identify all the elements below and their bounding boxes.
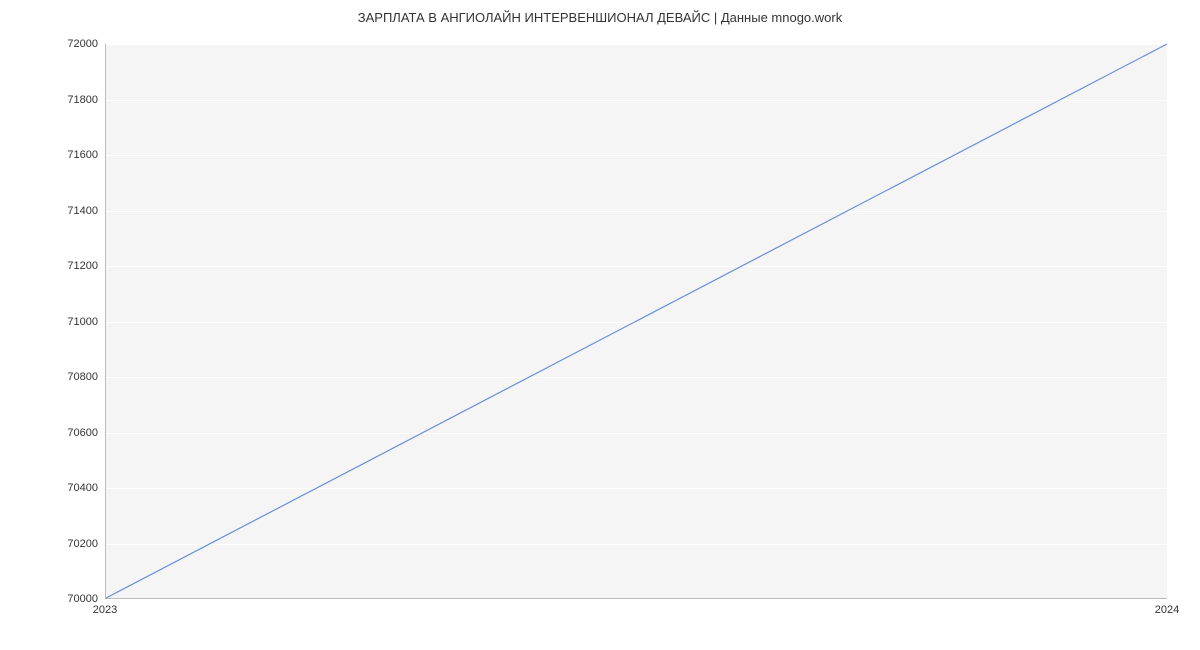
chart-title: ЗАРПЛАТА В АНГИОЛАЙН ИНТЕРВЕНШИОНАЛ ДЕВА… bbox=[0, 10, 1200, 25]
series-line bbox=[106, 44, 1167, 598]
y-tick-label: 71200 bbox=[8, 260, 98, 272]
y-tick-label: 70200 bbox=[8, 538, 98, 550]
y-tick-label: 70800 bbox=[8, 371, 98, 383]
y-tick-label: 70400 bbox=[8, 482, 98, 494]
y-tick-label: 71000 bbox=[8, 316, 98, 328]
x-tick-label: 2023 bbox=[93, 604, 117, 616]
x-tick-label: 2024 bbox=[1155, 604, 1179, 616]
y-tick-label: 70000 bbox=[8, 593, 98, 605]
y-tick-label: 71800 bbox=[8, 94, 98, 106]
y-tick-label: 70600 bbox=[8, 427, 98, 439]
chart-container: ЗАРПЛАТА В АНГИОЛАЙН ИНТЕРВЕНШИОНАЛ ДЕВА… bbox=[0, 0, 1200, 650]
y-tick-label: 71400 bbox=[8, 205, 98, 217]
chart-svg bbox=[106, 44, 1167, 598]
plot-area bbox=[105, 44, 1167, 599]
y-tick-label: 71600 bbox=[8, 149, 98, 161]
y-tick-label: 72000 bbox=[8, 38, 98, 50]
